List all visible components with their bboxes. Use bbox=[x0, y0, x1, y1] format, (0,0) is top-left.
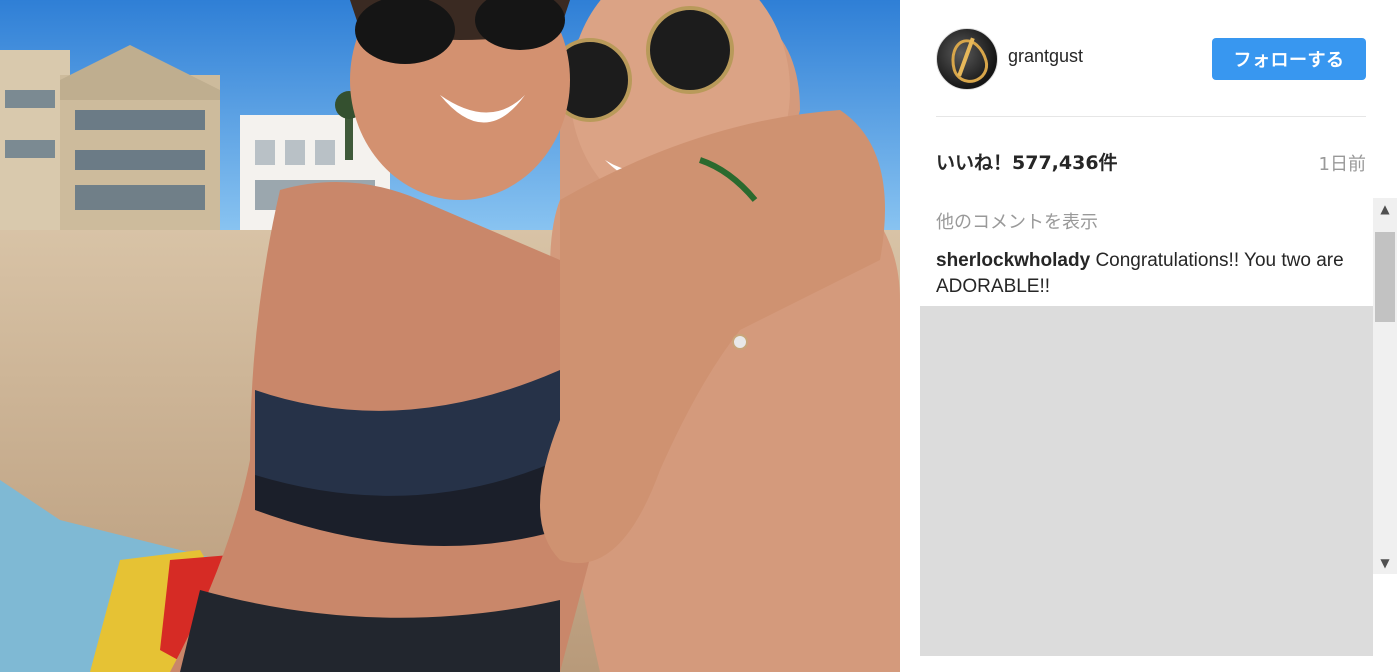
username-link[interactable]: grantgust bbox=[1008, 46, 1083, 67]
comments-section: 他のコメントを表示 sherlockwholady Congratulation… bbox=[920, 198, 1373, 656]
comment-author[interactable]: sherlockwholady bbox=[936, 250, 1090, 271]
photo-illustration bbox=[0, 0, 900, 672]
scroll-down-icon[interactable]: ▼ bbox=[1373, 552, 1397, 574]
divider bbox=[936, 116, 1366, 117]
follow-button[interactable]: フォローする bbox=[1212, 38, 1366, 80]
scroll-thumb[interactable] bbox=[1375, 232, 1395, 322]
ring bbox=[732, 334, 748, 350]
scroll-up-icon[interactable]: ▲ bbox=[1373, 198, 1397, 220]
comment-item: sherlockwholady Congratulations!! You tw… bbox=[936, 248, 1356, 300]
post-details-panel: grantgust フォローする いいね！577,436件 1日前 他のコメント… bbox=[900, 0, 1397, 672]
load-more-comments-link[interactable]: 他のコメントを表示 bbox=[936, 208, 1098, 234]
likes-count[interactable]: いいね！577,436件 bbox=[936, 148, 1118, 175]
avatar[interactable] bbox=[936, 28, 998, 90]
comments-placeholder-area bbox=[920, 306, 1373, 656]
comments-scrollbar[interactable]: ▲ ▼ bbox=[1373, 198, 1397, 574]
post-header: grantgust フォローする bbox=[936, 28, 1366, 90]
post-photo[interactable] bbox=[0, 0, 900, 672]
post-time[interactable]: 1日前 bbox=[1319, 150, 1366, 176]
